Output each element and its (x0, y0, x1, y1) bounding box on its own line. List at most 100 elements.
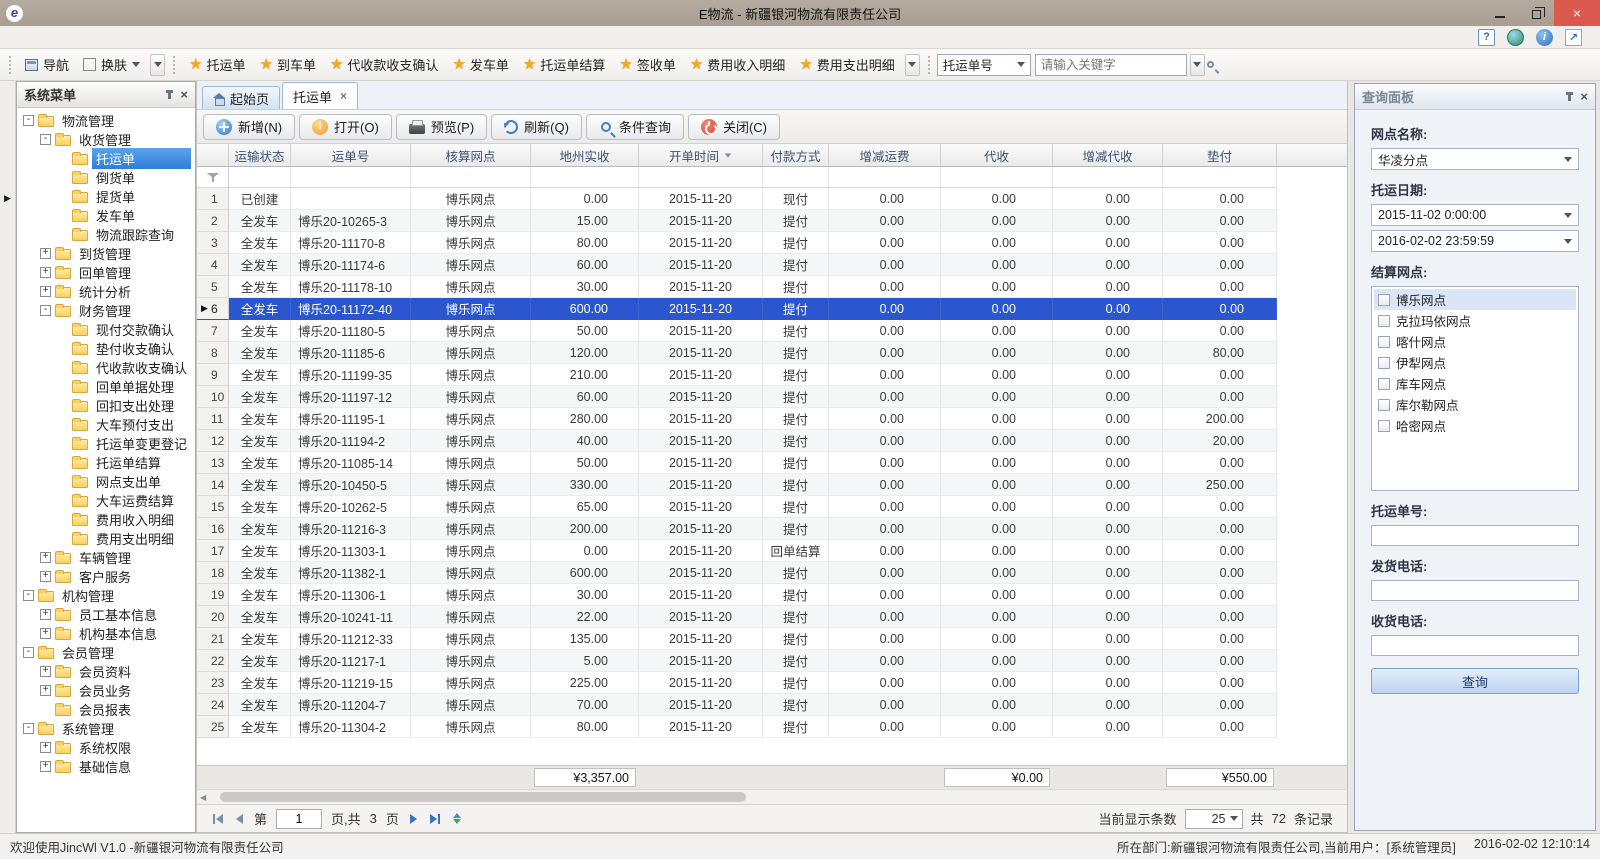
pin-icon[interactable] (168, 90, 171, 99)
tree-item[interactable]: 会员报表 (17, 700, 195, 719)
table-row[interactable]: 13 全发车 博乐20-11085-14 博乐网点 50.00 2015-11-… (197, 452, 1347, 474)
filter-cell[interactable] (763, 167, 829, 188)
minimize-button[interactable] (1482, 0, 1518, 26)
filter-row[interactable] (197, 167, 1347, 188)
page-number-input[interactable] (276, 809, 322, 829)
table-row[interactable]: 14 全发车 博乐20-10450-5 博乐网点 330.00 2015-11-… (197, 474, 1347, 496)
table-row[interactable]: 21 全发车 博乐20-11212-33 博乐网点 135.00 2015-11… (197, 628, 1347, 650)
tree-item[interactable]: + 员工基本信息 (17, 605, 195, 624)
table-row[interactable]: 7 全发车 博乐20-11180-5 博乐网点 50.00 2015-11-20… (197, 320, 1347, 342)
favorite-shortcut[interactable]: ★ 发车单 (445, 55, 515, 74)
toolbar-grip[interactable] (9, 56, 13, 74)
reload-icon[interactable] (451, 811, 463, 826)
checkbox-icon[interactable] (1378, 336, 1390, 348)
table-row[interactable]: 22 全发车 博乐20-11217-1 博乐网点 5.00 2015-11-20… (197, 650, 1347, 672)
filter-cell[interactable] (941, 167, 1053, 188)
close-icon[interactable]: × (180, 89, 188, 101)
exit-icon[interactable]: ↗ (1565, 29, 1582, 46)
action-button[interactable]: 条件查询 (586, 114, 684, 140)
checkbox-icon[interactable] (1378, 294, 1390, 306)
action-button[interactable]: 关闭(C) (688, 114, 780, 140)
table-row[interactable]: 10 全发车 博乐20-11197-12 博乐网点 60.00 2015-11-… (197, 386, 1347, 408)
checkbox-icon[interactable] (1378, 378, 1390, 390)
tree-item[interactable]: - 收货管理 (17, 130, 195, 149)
tree-item[interactable]: 大车预付支出 (17, 415, 195, 434)
table-row[interactable]: 19 全发车 博乐20-11306-1 博乐网点 30.00 2015-11-2… (197, 584, 1347, 606)
toolbar-grip[interactable] (173, 56, 177, 74)
tab-home[interactable]: 起始页 (202, 86, 280, 109)
tree-item[interactable]: + 会员资料 (17, 662, 195, 681)
tree-item[interactable]: 大车运费结算 (17, 491, 195, 510)
action-button[interactable]: 刷新(Q) (491, 114, 582, 140)
scroll-left-icon[interactable]: ◀ (200, 793, 206, 802)
tree-item[interactable]: + 客户服务 (17, 567, 195, 586)
expander-icon[interactable]: + (40, 248, 51, 259)
expander-icon[interactable]: + (40, 571, 51, 582)
tree-item[interactable]: - 财务管理 (17, 301, 195, 320)
table-row[interactable]: 18 全发车 博乐20-11382-1 博乐网点 600.00 2015-11-… (197, 562, 1347, 584)
waybill-no-input[interactable] (1371, 525, 1579, 546)
expander-icon[interactable]: + (40, 286, 51, 297)
column-header[interactable]: 增减代收 (1053, 144, 1163, 167)
expander-icon[interactable]: - (40, 134, 51, 145)
skin-button[interactable]: 换肤 (76, 52, 147, 77)
column-header[interactable]: 增减运费 (829, 144, 941, 167)
expander-icon[interactable]: + (40, 609, 51, 620)
tree-item[interactable]: 垫付收支确认 (17, 339, 195, 358)
tree-item[interactable]: - 系统管理 (17, 719, 195, 738)
last-page-button[interactable] (428, 812, 442, 826)
tree-item[interactable]: + 会员业务 (17, 681, 195, 700)
favorite-shortcut[interactable]: ★ 托运单 (182, 55, 252, 74)
expander-icon[interactable]: + (40, 761, 51, 772)
expander-icon[interactable]: - (23, 590, 34, 601)
search-icon[interactable] (1207, 61, 1214, 68)
tree-item[interactable]: 回单单据处理 (17, 377, 195, 396)
table-row[interactable]: 2 全发车 博乐20-10265-3 博乐网点 15.00 2015-11-20… (197, 210, 1347, 232)
tree-item[interactable]: - 物流管理 (17, 111, 195, 130)
query-button[interactable]: 查询 (1371, 668, 1579, 694)
checkbox-icon[interactable] (1378, 399, 1390, 411)
table-row[interactable]: 12 全发车 博乐20-11194-2 博乐网点 40.00 2015-11-2… (197, 430, 1347, 452)
search-type-select[interactable]: 托运单号 (937, 54, 1031, 76)
globe-icon[interactable] (1507, 29, 1524, 46)
settle-node-option[interactable]: 哈密网点 (1374, 415, 1576, 436)
settle-node-option[interactable]: 库尔勒网点 (1374, 394, 1576, 415)
favorite-shortcut[interactable]: ★ 托运单结算 (516, 55, 612, 74)
tree-item[interactable]: 网点支出单 (17, 472, 195, 491)
settle-node-option[interactable]: 喀什网点 (1374, 331, 1576, 352)
table-row[interactable]: 20 全发车 博乐20-10241-11 博乐网点 22.00 2015-11-… (197, 606, 1347, 628)
restore-button[interactable] (1518, 0, 1554, 26)
tree-item[interactable]: 费用支出明细 (17, 529, 195, 548)
checkbox-icon[interactable] (1378, 315, 1390, 327)
column-header[interactable]: 代收 (941, 144, 1053, 167)
expander-icon[interactable]: - (40, 305, 51, 316)
expander-icon[interactable]: + (40, 742, 51, 753)
tree-item[interactable]: + 车辆管理 (17, 548, 195, 567)
tree-item[interactable]: - 会员管理 (17, 643, 195, 662)
tree-item[interactable]: 现付交款确认 (17, 320, 195, 339)
table-row[interactable]: 16 全发车 博乐20-11216-3 博乐网点 200.00 2015-11-… (197, 518, 1347, 540)
site-name-select[interactable]: 华凌分点 (1371, 148, 1579, 170)
column-header[interactable]: 核算网点 (411, 144, 531, 167)
checkbox-icon[interactable] (1378, 357, 1390, 369)
tree-item[interactable]: + 机构基本信息 (17, 624, 195, 643)
expander-icon[interactable]: + (40, 685, 51, 696)
table-row[interactable]: 11 全发车 博乐20-11195-1 博乐网点 280.00 2015-11-… (197, 408, 1347, 430)
tree-item[interactable]: + 回单管理 (17, 263, 195, 282)
tree-item[interactable]: 代收款收支确认 (17, 358, 195, 377)
settle-node-option[interactable]: 库车网点 (1374, 373, 1576, 394)
nav-button[interactable]: 导航 (18, 52, 76, 77)
tree-item[interactable]: 托运单 (17, 149, 195, 168)
favorite-shortcut[interactable]: ★ 费用收入明细 (683, 55, 792, 74)
date-to-select[interactable]: 2016-02-02 23:59:59 (1371, 230, 1579, 252)
action-button[interactable]: 新增(N) (203, 114, 295, 140)
column-header[interactable]: 开单时间 (639, 144, 763, 167)
collapsed-panel-strip[interactable]: ▶ (0, 81, 16, 833)
expander-icon[interactable]: - (23, 723, 34, 734)
pin-icon[interactable] (1568, 92, 1571, 101)
expander-icon[interactable]: + (40, 628, 51, 639)
toolbar-overflow-button[interactable] (150, 54, 165, 76)
page-size-select[interactable]: 25 (1185, 809, 1243, 829)
filter-cell[interactable] (531, 167, 639, 188)
filter-cell[interactable] (291, 167, 411, 188)
